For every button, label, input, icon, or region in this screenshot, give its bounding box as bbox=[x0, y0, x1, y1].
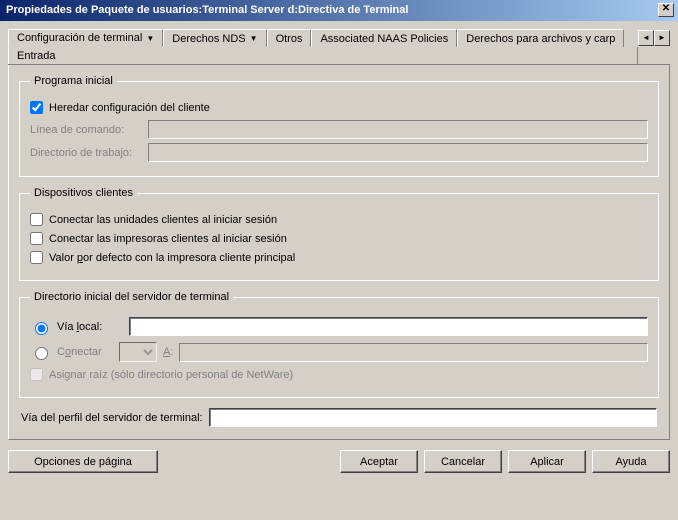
group-legend: Dispositivos clientes bbox=[30, 187, 137, 199]
help-button[interactable]: Ayuda bbox=[592, 450, 670, 473]
connect-drives-label: Conectar las unidades clientes al inicia… bbox=[49, 214, 277, 226]
tab-bar: Configuración de terminal ▼ Derechos NDS… bbox=[8, 29, 670, 65]
local-path-input[interactable] bbox=[129, 317, 648, 336]
map-root-row: Asignar raíz (sólo directorio personal d… bbox=[30, 368, 648, 381]
group-home-directory: Directorio inicial del servidor de termi… bbox=[19, 291, 659, 398]
title-bar: Propiedades de Paquete de usuarios:Termi… bbox=[0, 0, 678, 21]
local-path-radio[interactable] bbox=[35, 322, 48, 335]
group-legend: Directorio inicial del servidor de termi… bbox=[30, 291, 233, 303]
tab-panel: Programa inicial Heredar configuración d… bbox=[8, 65, 670, 440]
cancel-button[interactable]: Cancelar bbox=[424, 450, 502, 473]
inherit-label: Heredar configuración del cliente bbox=[49, 102, 210, 114]
page-options-button[interactable]: Opciones de página bbox=[8, 450, 158, 473]
apply-button[interactable]: Aplicar bbox=[508, 450, 586, 473]
tab-label: Derechos para archivos y carp bbox=[466, 33, 615, 45]
group-legend: Programa inicial bbox=[30, 75, 117, 87]
tab-label: Derechos NDS bbox=[172, 33, 245, 45]
window-title: Propiedades de Paquete de usuarios:Termi… bbox=[6, 4, 408, 16]
connect-drives-row[interactable]: Conectar las unidades clientes al inicia… bbox=[30, 213, 648, 226]
drive-select[interactable] bbox=[119, 342, 157, 362]
button-bar: Opciones de página Aceptar Cancelar Apli… bbox=[8, 450, 670, 473]
tab-row: Configuración de terminal ▼ Derechos NDS… bbox=[8, 29, 638, 64]
tab-scroll-left[interactable]: ◄ bbox=[638, 30, 654, 46]
tab-label: Configuración de terminal bbox=[17, 32, 142, 44]
to-label: A: bbox=[163, 346, 173, 358]
tab-terminal-config[interactable]: Configuración de terminal ▼ bbox=[8, 29, 163, 47]
chevron-down-icon: ▼ bbox=[146, 34, 154, 43]
profile-path-label: Vía del perfil del servidor de terminal: bbox=[21, 412, 203, 424]
tab-label: Entrada bbox=[17, 50, 56, 62]
local-path-label: Vía local: bbox=[57, 321, 123, 333]
chevron-down-icon: ▼ bbox=[250, 34, 258, 43]
map-root-checkbox bbox=[30, 368, 43, 381]
tab-label: Associated NAAS Policies bbox=[320, 33, 448, 45]
profile-path-input[interactable] bbox=[209, 408, 657, 427]
cmdline-label: Línea de comando: bbox=[30, 124, 148, 136]
workdir-label: Directorio de trabajo: bbox=[30, 147, 148, 159]
inherit-checkbox[interactable] bbox=[30, 101, 43, 114]
connect-label: Conectar bbox=[57, 346, 113, 358]
connect-printers-label: Conectar las impresoras clientes al inic… bbox=[49, 233, 287, 245]
connect-printers-checkbox[interactable] bbox=[30, 232, 43, 245]
close-button[interactable]: ✕ bbox=[658, 3, 674, 17]
window-body: Configuración de terminal ▼ Derechos NDS… bbox=[0, 21, 678, 481]
tab-label: Otros bbox=[276, 33, 303, 45]
profile-path-row: Vía del perfil del servidor de terminal: bbox=[21, 408, 657, 427]
connect-printers-row[interactable]: Conectar las impresoras clientes al inic… bbox=[30, 232, 648, 245]
default-printer-checkbox[interactable] bbox=[30, 251, 43, 264]
inherit-client-config[interactable]: Heredar configuración del cliente bbox=[30, 101, 648, 114]
default-printer-row[interactable]: Valor por defecto con la impresora clien… bbox=[30, 251, 648, 264]
tab-nds-rights[interactable]: Derechos NDS ▼ bbox=[163, 29, 266, 47]
group-client-devices: Dispositivos clientes Conectar las unida… bbox=[19, 187, 659, 281]
tab-scroll-right[interactable]: ► bbox=[654, 30, 670, 46]
connect-drives-checkbox[interactable] bbox=[30, 213, 43, 226]
workdir-input bbox=[148, 143, 648, 162]
connect-path-input bbox=[179, 343, 648, 362]
cmdline-input bbox=[148, 120, 648, 139]
tab-others[interactable]: Otros bbox=[267, 29, 312, 47]
map-root-label: Asignar raíz (sólo directorio personal d… bbox=[49, 369, 293, 381]
group-initial-program: Programa inicial Heredar configuración d… bbox=[19, 75, 659, 177]
tab-entry[interactable]: Entrada bbox=[8, 47, 638, 64]
tab-file-rights[interactable]: Derechos para archivos y carp bbox=[457, 29, 624, 47]
tab-scroll: ◄ ► bbox=[638, 29, 670, 64]
ok-button[interactable]: Aceptar bbox=[340, 450, 418, 473]
default-printer-label: Valor por defecto con la impresora clien… bbox=[49, 252, 295, 264]
connect-radio[interactable] bbox=[35, 347, 48, 360]
tab-naas-policies[interactable]: Associated NAAS Policies bbox=[311, 29, 457, 47]
